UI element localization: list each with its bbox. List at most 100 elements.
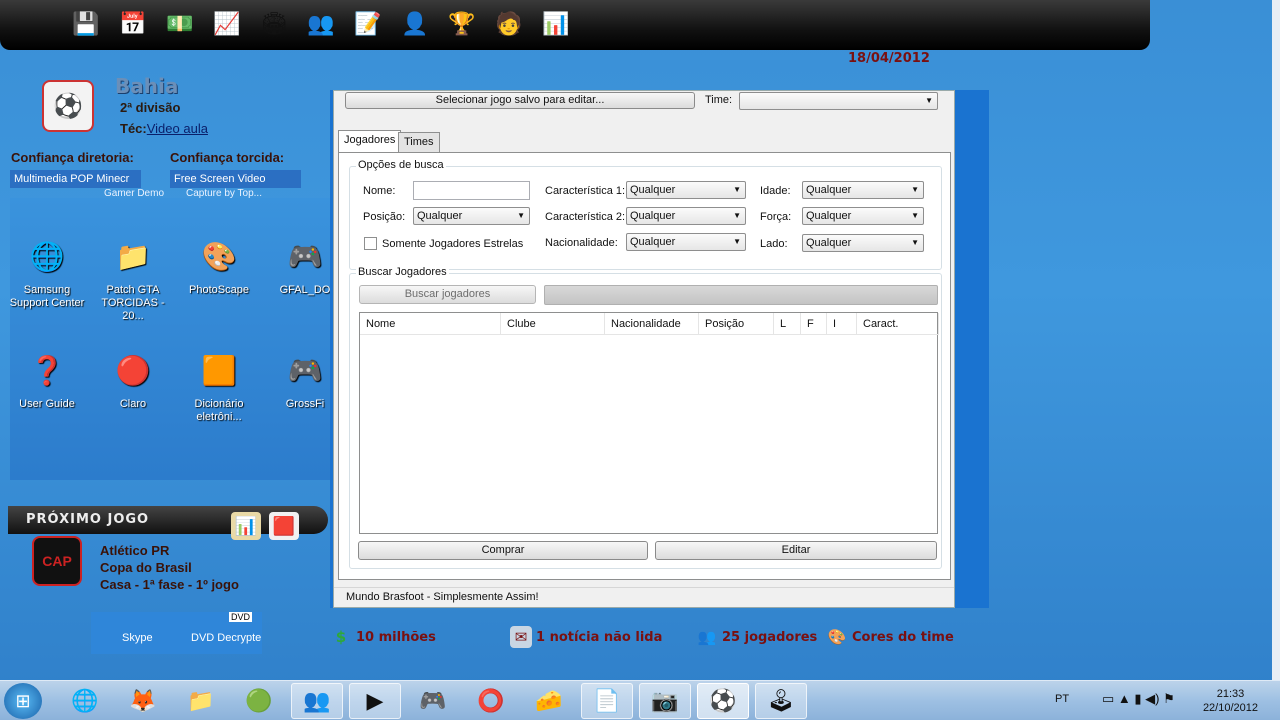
search-players-title: Buscar Jogadores — [356, 266, 449, 278]
opponent-name: Atlético PR — [100, 543, 170, 558]
col-nome[interactable]: Nome — [360, 313, 501, 335]
players-list[interactable]: Nome Clube Nacionalidade Posição L F I C… — [359, 312, 939, 534]
dialog-status-bar: Mundo Brasfoot - Simplesmente Assim! — [334, 587, 954, 607]
club-logo[interactable]: ⚽ — [42, 80, 94, 132]
dvd-badge: DVD — [229, 612, 253, 622]
chevron-down-icon: ▼ — [911, 238, 919, 247]
save-icon[interactable]: 💾 — [70, 8, 102, 40]
search-players-button[interactable]: Buscar jogadores — [359, 285, 536, 304]
shortcut-icon: 📁 — [115, 240, 151, 272]
referee-card-icon[interactable]: 🟥 — [269, 512, 299, 540]
col-caract[interactable]: Caract. — [857, 313, 939, 335]
lado-select-value: Qualquer — [806, 237, 852, 249]
posicao-select[interactable]: Qualquer ▼ — [413, 207, 530, 225]
coach-icon[interactable]: 👤 — [399, 8, 431, 40]
carac2-select[interactable]: Qualquer ▼ — [626, 207, 746, 225]
col-posicao[interactable]: Posição — [699, 313, 774, 335]
board-confidence-label: Confiança diretoria: — [11, 150, 134, 165]
note-icon[interactable]: 📄 — [581, 683, 633, 719]
controller-icon[interactable]: 🕹 — [755, 683, 807, 719]
edit-button[interactable]: Editar — [655, 541, 937, 560]
desktop-shortcut[interactable]: 🟧 Dicionário eletrôni... — [176, 346, 262, 424]
media-player-icon[interactable]: ▶ — [349, 683, 401, 719]
ranking-icon[interactable]: 📊 — [540, 8, 572, 40]
time-select[interactable]: ▼ — [739, 92, 938, 110]
board-bar-text: Multimedia POP — [14, 173, 94, 185]
players-icon[interactable]: 👥 — [305, 8, 337, 40]
calendar-icon[interactable]: 📅 — [117, 8, 149, 40]
stats-icon[interactable]: 📊 — [231, 512, 261, 540]
money-icon: $ — [335, 628, 347, 646]
shortcut-label: Claro — [119, 398, 147, 410]
desktop-shortcut[interactable]: 📁 Patch GTA TORCIDAS - 20... — [90, 232, 176, 323]
forca-select[interactable]: Qualquer ▼ — [802, 207, 924, 225]
desktop-shortcut[interactable]: 🎨 PhotoScape — [176, 232, 262, 297]
trophy-icon[interactable]: 🏆 — [446, 8, 478, 40]
messenger-icon[interactable]: 👥 — [291, 683, 343, 719]
nacionalidade-select[interactable]: Qualquer ▼ — [626, 233, 746, 251]
desktop-shortcut[interactable]: 🎮 GFAL_DO — [262, 232, 330, 297]
clock-date: 22/10/2012 — [1202, 702, 1258, 714]
desktop-shortcut[interactable]: ❓ User Guide — [10, 346, 90, 411]
col-nacionalidade[interactable]: Nacionalidade — [605, 313, 699, 335]
shortcut-label: Dicionário eletrôni... — [194, 398, 244, 423]
stadium-icon[interactable]: 🏟 — [258, 8, 290, 40]
contract-icon[interactable]: 📝 — [352, 8, 384, 40]
posicao-label: Posição: — [363, 211, 406, 223]
idade-select[interactable]: Qualquer ▼ — [802, 181, 924, 199]
chevron-down-icon: ▼ — [733, 185, 741, 194]
shortcut-label: User Guide — [19, 398, 75, 410]
dvd-shortcut[interactable]: DVD Decrypte — [191, 632, 261, 644]
select-saved-game-button[interactable]: Selecionar jogo salvo para editar... — [345, 92, 695, 109]
carac2-label: Característica 2: — [545, 211, 626, 223]
staff-icon[interactable]: 🧑 — [493, 8, 525, 40]
desktop-shortcut[interactable]: 🌐 Samsung Support Center — [10, 232, 90, 310]
lado-label: Lado: — [760, 238, 788, 250]
coach-link[interactable]: Video aula — [147, 121, 208, 136]
brasfoot-icon[interactable]: ⚽ — [697, 683, 749, 719]
carac1-select[interactable]: Qualquer ▼ — [626, 181, 746, 199]
chrome-icon[interactable]: 🟢 — [233, 683, 285, 719]
tab-jogadores[interactable]: Jogadores — [338, 130, 402, 153]
shortcut-label: Patch GTA TORCIDAS - 20... — [101, 284, 165, 322]
money-status[interactable]: $10 milhões — [330, 626, 436, 648]
chart-icon[interactable]: 📈 — [211, 8, 243, 40]
coach-label: Téc: — [120, 121, 147, 136]
lado-select[interactable]: Qualquer ▼ — [802, 234, 924, 252]
tab-times[interactable]: Times — [398, 132, 440, 152]
col-i[interactable]: I — [827, 313, 857, 335]
chevron-down-icon: ▼ — [517, 211, 525, 220]
club-coach: Téc:Video aula — [120, 121, 208, 136]
players-status[interactable]: 👥 25 jogadores — [696, 626, 818, 648]
explorer-icon[interactable]: 📁 — [175, 683, 227, 719]
competition-name: Copa do Brasil — [100, 560, 192, 575]
clock[interactable]: 21:33 22/10/2012 — [1203, 687, 1258, 715]
stars-only-checkbox[interactable] — [364, 237, 377, 250]
money-icon[interactable]: 💵 — [164, 8, 196, 40]
tray-icons[interactable]: ▭ ▲ ▮ ◀) ⚑ — [1102, 691, 1175, 707]
language-indicator[interactable]: PT — [1055, 693, 1069, 705]
shortcut-icon: ❓ — [29, 354, 65, 386]
colors-status[interactable]: 🎨 Cores do time — [826, 626, 954, 648]
col-l[interactable]: L — [774, 313, 801, 335]
desktop-shortcut[interactable]: 🔴 Claro — [90, 346, 176, 411]
right-edge-strip — [1272, 0, 1280, 680]
carac2-select-value: Qualquer — [630, 210, 676, 222]
opera-icon[interactable]: ⭕ — [465, 683, 517, 719]
start-button[interactable]: ⊞ — [4, 683, 42, 719]
game-icon[interactable]: 🎮 — [407, 683, 459, 719]
col-f[interactable]: F — [801, 313, 827, 335]
shortcut-icon: 🟧 — [201, 354, 237, 386]
buy-button[interactable]: Comprar — [358, 541, 648, 560]
news-status[interactable]: ✉ 1 notícia não lida — [510, 626, 662, 648]
firefox-icon[interactable]: 🦊 — [117, 683, 169, 719]
match-detail: Casa - 1ª fase - 1º jogo — [100, 577, 239, 592]
camera-icon[interactable]: 📷 — [639, 683, 691, 719]
ie-icon[interactable]: 🌐 — [59, 683, 111, 719]
opponent-logo: CAP — [32, 536, 82, 586]
skype-shortcut[interactable]: Skype — [122, 632, 153, 644]
cheese-icon[interactable]: 🧀 — [523, 683, 575, 719]
desktop-shortcut[interactable]: 🎮 GrossFi — [262, 346, 330, 411]
col-clube[interactable]: Clube — [501, 313, 605, 335]
nome-input[interactable] — [413, 181, 530, 200]
